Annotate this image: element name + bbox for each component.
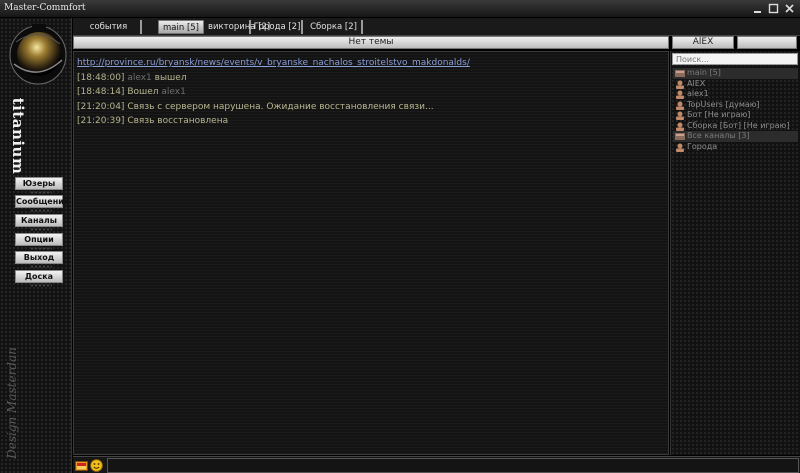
exit-button[interactable]: Выход	[15, 251, 63, 268]
message-button[interactable]: Сообщение	[15, 195, 69, 212]
list-item[interactable]: Бот [Не играю]	[673, 110, 798, 121]
tab-quiz[interactable]: викторина [2]	[208, 20, 270, 34]
list-item[interactable]: Города	[673, 142, 798, 153]
status-box[interactable]	[737, 36, 797, 49]
users-button[interactable]: Юзеры	[15, 177, 63, 194]
timestamp: [18:48:00]	[77, 72, 125, 83]
list-item[interactable]: alex1	[673, 89, 798, 100]
designer-credit: Design Masterdan	[5, 347, 19, 459]
list-item-label: Бот [Не играю]	[687, 110, 751, 119]
list-item-label: Города	[687, 141, 718, 151]
user-icon	[675, 143, 685, 152]
timestamp: [21:20:39]	[77, 116, 125, 126]
timestamp: [21:20:04]	[77, 101, 125, 112]
board-button[interactable]: Доска	[15, 270, 63, 287]
list-item[interactable]: AlEX	[673, 79, 798, 90]
message-text: вышел	[151, 72, 187, 83]
brand-logo-text: titanium	[9, 97, 27, 175]
current-nick[interactable]: AlEX	[672, 36, 734, 49]
list-item-label: TopUsers [думаю]	[687, 99, 760, 109]
list-item-label: alex1	[687, 89, 709, 98]
chat-link-line: http://province.ru/bryansk/news/events/v…	[77, 56, 665, 71]
user-icon	[675, 111, 685, 120]
message-text: Вошел	[124, 87, 162, 97]
list-item[interactable]: Все каналы [3]	[673, 131, 798, 142]
sidebar: titanium Юзеры Сообщение Каналы Опции Вы…	[0, 18, 72, 473]
message-input[interactable]	[107, 458, 799, 473]
channel-topic: Нет темы	[73, 36, 669, 49]
user-list-panel: main [5] AlEX alex1 TopUsers [думаю] Бот…	[670, 51, 800, 455]
title-bar: Master-Commfort	[0, 0, 800, 18]
list-item[interactable]: main [5]	[673, 68, 798, 79]
tab-build[interactable]: Сборка [2]	[306, 20, 363, 34]
logo-sphere-icon	[8, 24, 68, 86]
tab-main[interactable]: main [5]	[158, 20, 204, 34]
message-text: Связь восстановлена	[124, 116, 229, 126]
input-bar	[73, 456, 800, 473]
user-list: main [5] AlEX alex1 TopUsers [думаю] Бот…	[673, 68, 798, 152]
nick-link[interactable]: alex1	[127, 73, 151, 83]
tab-events[interactable]: события	[77, 20, 142, 34]
nick-link[interactable]: alex1	[161, 87, 185, 97]
list-item[interactable]: Сборка [Бот] [Не играю]	[673, 121, 798, 132]
smiley-icon[interactable]	[90, 459, 103, 472]
tab-cities[interactable]: Города [2]	[253, 20, 303, 34]
channel-icon	[675, 69, 685, 78]
user-icon	[675, 90, 685, 99]
list-item[interactable]: TopUsers [думаю]	[673, 100, 798, 111]
options-button[interactable]: Опции	[15, 233, 63, 250]
channels-button[interactable]: Каналы	[15, 214, 63, 231]
channel-tab-bar: события main [5] викторина [2] Города [2…	[73, 18, 800, 36]
color-picker-icon[interactable]	[75, 459, 88, 472]
chat-log[interactable]: http://province.ru/bryansk/news/events/v…	[73, 51, 669, 455]
window-title: Master-Commfort	[4, 3, 86, 13]
list-item-label: Сборка [Бот] [Не играю]	[687, 120, 790, 130]
message-text: Связь с сервером нарушена. Ожидание восс…	[124, 101, 434, 112]
list-item-label: AlEX	[687, 78, 706, 88]
news-link[interactable]: http://province.ru/bryansk/news/events/v…	[77, 58, 470, 68]
chat-message: [21:20:39] Связь восстановлена	[77, 114, 665, 129]
channel-icon	[675, 132, 685, 141]
list-item-label: Все каналы [3]	[687, 131, 750, 140]
timestamp: [18:48:14]	[77, 87, 125, 97]
close-icon[interactable]	[784, 3, 795, 14]
minimize-icon[interactable]	[752, 3, 763, 14]
chat-message: [18:48:00] alex1 вышел	[77, 71, 665, 86]
user-search-input[interactable]	[672, 53, 798, 65]
chat-message: [21:20:04] Связь с сервером нарушена. Ож…	[77, 100, 665, 115]
maximize-icon[interactable]	[768, 3, 779, 14]
list-item-label: main [5]	[687, 68, 721, 77]
user-icon	[675, 80, 685, 89]
user-icon	[675, 122, 685, 131]
user-icon	[675, 101, 685, 110]
chat-message: [18:48:14] Вошел alex1	[77, 85, 665, 100]
